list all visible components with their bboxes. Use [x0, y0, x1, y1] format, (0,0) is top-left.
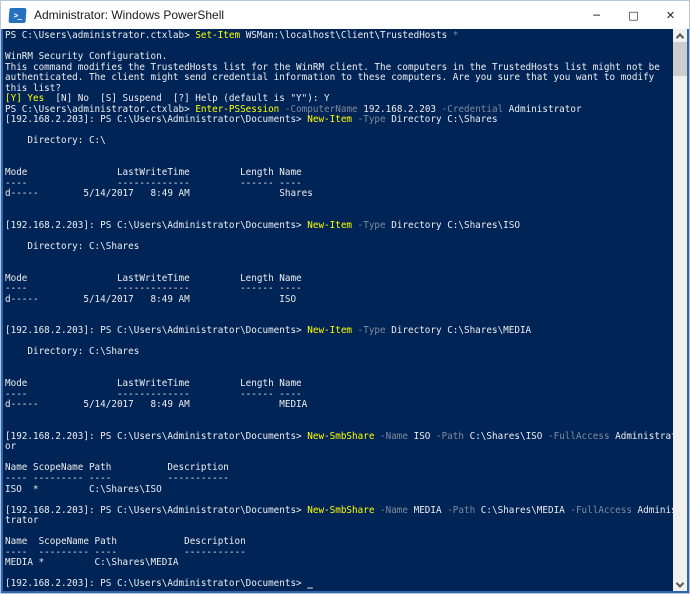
terminal-line: [192.168.2.203]: PS C:\Users\Administrat…: [5, 578, 313, 590]
terminal-line: Directory: C:\Shares: [5, 346, 140, 358]
powershell-icon: >_: [8, 7, 27, 23]
powershell-window: >_ Administrator: Windows PowerShell ─ □…: [0, 0, 690, 594]
window-title: Administrator: Windows PowerShell: [34, 8, 225, 22]
terminal-line: ISO * C:\Shares\ISO: [5, 483, 162, 495]
chevron-up-icon: [675, 32, 685, 42]
terminal-line: d----- 5/14/2017 8:49 AM MEDIA: [5, 399, 308, 411]
scroll-thumb[interactable]: [673, 42, 687, 76]
terminal-line: [192.168.2.203]: PS C:\Users\Administrat…: [5, 114, 498, 126]
terminal-line: [192.168.2.203]: PS C:\Users\Administrat…: [5, 504, 673, 516]
minimize-button[interactable]: ─: [578, 1, 615, 29]
terminal-line: or: [5, 441, 17, 453]
scrollbar[interactable]: [673, 29, 687, 591]
terminal-line: [192.168.2.203]: PS C:\Users\Administrat…: [5, 325, 532, 337]
terminal-output[interactable]: PS C:\Users\administrator.ctxlab> Set-It…: [3, 29, 673, 591]
scroll-up-button[interactable]: [673, 29, 687, 42]
terminal-line: Directory: C:\Shares: [5, 240, 140, 252]
close-button[interactable]: ✕: [652, 1, 689, 29]
terminal-line: authenticated. The client might send cre…: [5, 72, 655, 84]
scroll-down-button[interactable]: [673, 578, 687, 591]
terminal-line: Directory: C:\: [5, 135, 106, 147]
chevron-down-icon: [675, 578, 685, 588]
console-area: PS C:\Users\administrator.ctxlab> Set-It…: [1, 29, 689, 593]
terminal-line: [192.168.2.203]: PS C:\Users\Administrat…: [5, 430, 673, 442]
maximize-button[interactable]: □: [615, 1, 652, 29]
terminal-line: [192.168.2.203]: PS C:\Users\Administrat…: [5, 219, 520, 231]
title-bar[interactable]: >_ Administrator: Windows PowerShell ─ □…: [1, 1, 689, 29]
terminal-line: PS C:\Users\administrator.ctxlab> Set-It…: [5, 30, 459, 41]
terminal-line: MEDIA * C:\Shares\MEDIA: [5, 557, 179, 569]
terminal-line: trator: [5, 515, 39, 527]
terminal-line: d----- 5/14/2017 8:49 AM Shares: [5, 188, 313, 200]
terminal-line: d----- 5/14/2017 8:49 AM ISO: [5, 293, 297, 305]
